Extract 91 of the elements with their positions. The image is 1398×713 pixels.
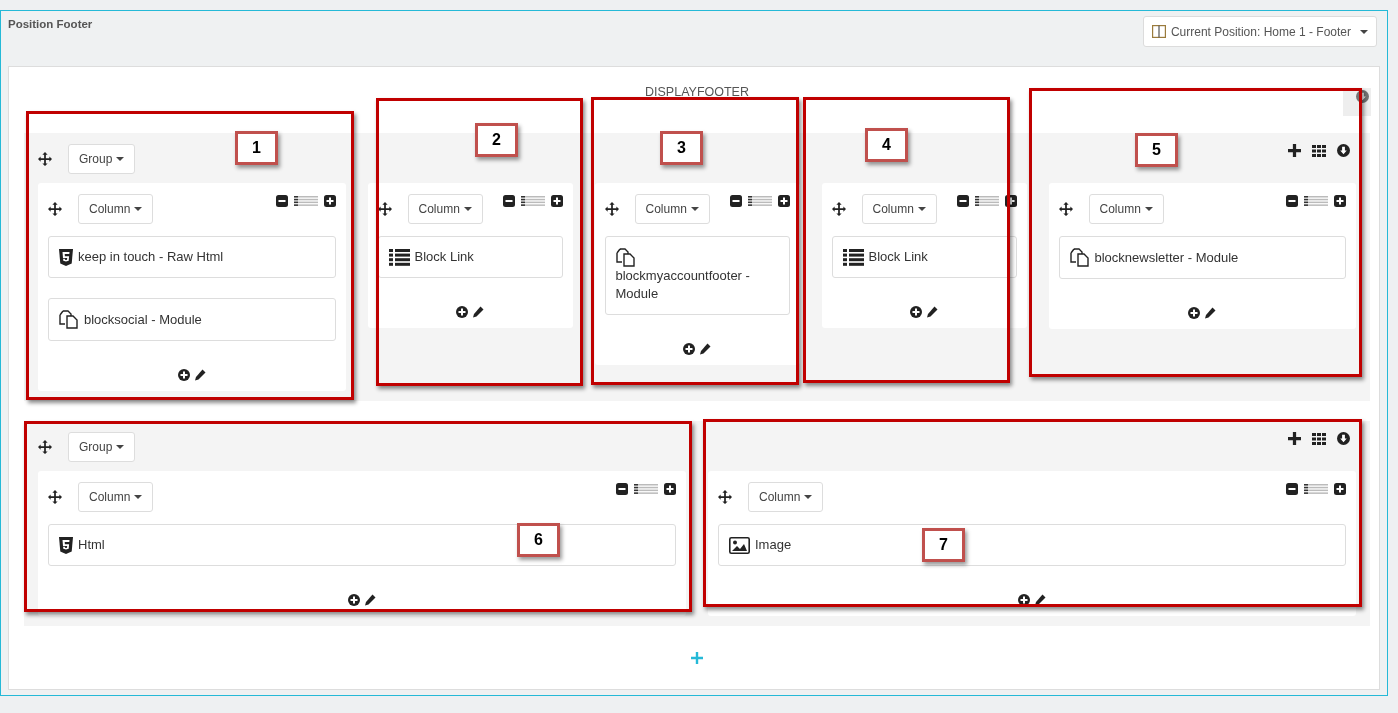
module-label: Html <box>78 536 105 554</box>
panel-title: Position Footer <box>8 18 93 30</box>
add-icon[interactable] <box>177 369 190 381</box>
annotation-number: 1 <box>235 131 278 165</box>
list-icon <box>842 248 864 266</box>
module-item[interactable]: blockmyaccountfooter - Module <box>604 236 790 315</box>
hook-title: DISPLAYFOOTER <box>645 85 749 99</box>
minus-icon[interactable] <box>275 195 288 207</box>
column-dropdown[interactable]: Column <box>748 482 824 512</box>
copy-icon <box>615 248 636 267</box>
position-dropdown[interactable]: Current Position: Home 1 - Footer <box>1142 16 1377 47</box>
plus-icon[interactable] <box>1288 144 1301 157</box>
add-icon[interactable] <box>348 594 360 606</box>
annotation-number: 3 <box>660 131 703 165</box>
add-icon[interactable] <box>456 306 468 318</box>
group-dropdown[interactable]: Group <box>68 143 136 174</box>
module-item[interactable]: blocknewsletter - Module <box>1058 236 1346 279</box>
module-label: keep in touch - Raw Html <box>78 248 224 266</box>
add-icon[interactable] <box>1018 594 1030 606</box>
minus-icon[interactable] <box>956 195 969 207</box>
move-icon[interactable] <box>48 490 62 504</box>
module-item[interactable]: blocksocial - Module <box>48 298 336 341</box>
html5-icon <box>59 248 73 266</box>
add-icon[interactable] <box>683 343 695 355</box>
copy-icon <box>1069 248 1090 267</box>
pencil-icon[interactable] <box>364 594 376 606</box>
move-icon[interactable] <box>831 202 846 216</box>
module-item[interactable]: Block Link <box>831 236 1017 278</box>
width-lines-icon <box>293 196 318 206</box>
annotation-number: 5 <box>1135 133 1178 167</box>
column-dropdown[interactable]: Column <box>407 194 483 224</box>
module-label: Block Link <box>868 248 928 266</box>
module-item[interactable]: keep in touch - Raw Html <box>48 236 336 278</box>
add-icon[interactable] <box>910 306 922 318</box>
minus-icon[interactable] <box>502 195 515 207</box>
plus-icon[interactable] <box>777 195 790 207</box>
down-circle-icon[interactable] <box>1337 432 1350 445</box>
grid-icon[interactable] <box>1312 432 1326 445</box>
minus-icon[interactable] <box>616 483 628 495</box>
width-lines-icon <box>634 484 658 494</box>
columns-icon <box>1151 25 1166 38</box>
pencil-icon[interactable] <box>699 343 711 355</box>
plus-icon[interactable] <box>550 195 563 207</box>
grid-icon[interactable] <box>1312 144 1326 157</box>
width-lines-icon <box>520 196 545 206</box>
plus-icon[interactable] <box>1334 483 1346 495</box>
column-dropdown[interactable]: Column <box>78 194 154 224</box>
image-icon <box>729 536 750 554</box>
down-circle-icon[interactable] <box>1356 90 1369 103</box>
plus-icon[interactable] <box>1288 432 1301 445</box>
down-circle-icon[interactable] <box>1337 144 1350 157</box>
width-lines-icon <box>974 196 999 206</box>
move-icon[interactable] <box>38 439 52 454</box>
move-icon[interactable] <box>1058 202 1073 216</box>
pencil-icon[interactable] <box>1204 307 1217 319</box>
module-label: Block Link <box>414 248 474 266</box>
html5-icon <box>59 536 73 554</box>
move-icon[interactable] <box>38 151 52 166</box>
annotation-number: 2 <box>475 123 518 157</box>
annotation-number: 4 <box>865 128 908 162</box>
group-dropdown[interactable]: Group <box>68 431 136 462</box>
move-icon[interactable] <box>718 490 732 504</box>
pencil-icon[interactable] <box>926 306 938 318</box>
width-lines-icon <box>1304 484 1328 494</box>
copy-icon <box>59 310 79 329</box>
plus-icon[interactable] <box>664 483 676 495</box>
pencil-icon[interactable] <box>1034 594 1046 606</box>
column-dropdown[interactable]: Column <box>1088 194 1164 224</box>
column-dropdown[interactable]: Column <box>634 194 710 224</box>
list-icon <box>388 248 410 266</box>
annotation-number: 6 <box>517 523 560 557</box>
width-lines-icon <box>747 196 772 206</box>
module-label: blocksocial - Module <box>84 310 202 329</box>
minus-icon[interactable] <box>729 195 742 207</box>
add-icon[interactable] <box>1188 307 1201 319</box>
minus-icon[interactable] <box>1286 483 1298 495</box>
column-dropdown[interactable]: Column <box>861 194 937 224</box>
move-icon[interactable] <box>604 202 619 216</box>
plus-icon[interactable] <box>323 195 336 207</box>
width-lines-icon <box>1304 196 1328 206</box>
module-label: blocknewsletter - Module <box>1094 248 1239 267</box>
module-label: Image <box>755 536 792 554</box>
pencil-icon[interactable] <box>193 369 206 381</box>
move-icon[interactable] <box>377 202 392 216</box>
move-icon[interactable] <box>48 202 62 216</box>
minus-icon[interactable] <box>1286 195 1298 207</box>
pencil-icon[interactable] <box>472 306 484 318</box>
plus-icon[interactable] <box>1334 195 1346 207</box>
column-dropdown[interactable]: Column <box>78 482 154 512</box>
annotation-number: 7 <box>922 528 965 562</box>
module-label: blockmyaccountfooter - Module <box>615 267 751 303</box>
